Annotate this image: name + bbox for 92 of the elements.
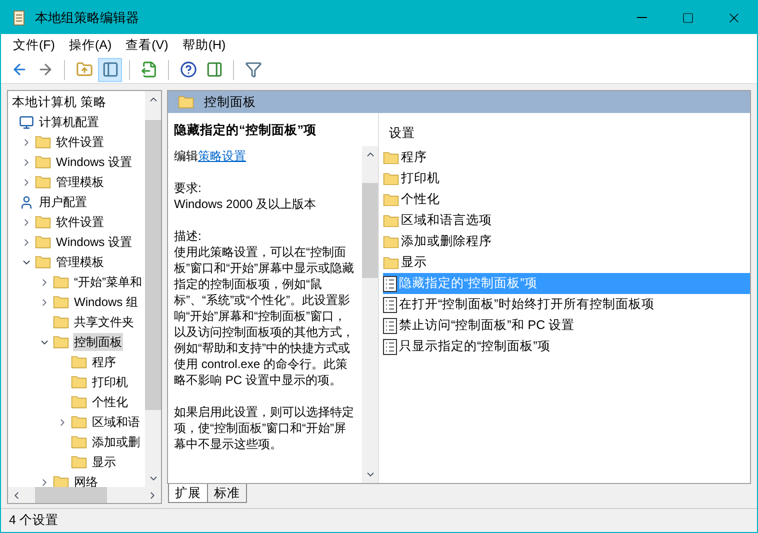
tree-item[interactable]: 区域和语: [91, 413, 141, 431]
folder-icon: [35, 215, 51, 229]
filter-icon: [244, 61, 262, 78]
panel-icon: [206, 61, 222, 78]
requirements-text: Windows 2000 及以上版本: [174, 196, 318, 212]
scrollbar[interactable]: [8, 487, 161, 503]
folder-icon: [71, 355, 87, 369]
scrollbar[interactable]: [145, 91, 161, 487]
folder-icon: [35, 155, 51, 169]
folder-icon: [383, 150, 399, 164]
window-title: 本地组策略编辑器: [35, 8, 140, 27]
folder-icon: [178, 95, 194, 109]
description-label: 描述:: [174, 228, 202, 244]
description-text: 使用此策略设置，可以在“控制面板”窗口和“开始”屏幕中显示或隐藏指定的控制面板项，例如“鼠标”、“系统”或“个性化”。此设置影响“开始”屏幕和“控制面板”窗口，以及访问控制面板项的其他方式，例如“帮助和支持”中的快捷方式或使用 control.exe 的命令行。此策略不影响 PC 设置中显示的项。: [174, 244, 355, 388]
user-icon: [19, 194, 34, 210]
document-icon: [383, 296, 397, 312]
edit-label: 编辑: [174, 148, 198, 163]
tree-item[interactable]: 管理模板: [55, 173, 105, 191]
scrollbar[interactable]: [362, 146, 378, 483]
tree-item[interactable]: Windows 组: [73, 293, 140, 311]
folder-icon: [71, 455, 87, 469]
policy-settings-link[interactable]: 策略设置: [198, 148, 246, 163]
folder-icon: [35, 175, 51, 189]
policy-title: 隐藏指定的“控制面板”项: [173, 122, 318, 139]
minimize-icon: [637, 17, 647, 18]
folder-icon: [35, 135, 51, 149]
header-title: 控制面板: [204, 94, 256, 111]
toolbar-button[interactable]: [98, 58, 122, 82]
folder-icon: [53, 275, 69, 289]
tree-item[interactable]: 程序: [91, 353, 117, 371]
folder-icon: [71, 375, 87, 389]
folder-icon: [71, 395, 87, 409]
folder-icon: [383, 214, 399, 228]
list-row[interactable]: 个性化: [383, 189, 750, 210]
folder-icon: [383, 256, 399, 270]
tree-item[interactable]: 计算机配置: [38, 113, 100, 131]
list-row[interactable]: 区域和语言选项: [383, 210, 750, 231]
folder-icon: [383, 192, 399, 206]
tree-item[interactable]: 打印机: [91, 373, 129, 391]
view-tab[interactable]: 扩展: [168, 484, 208, 503]
tree-item[interactable]: 共享文件夹: [73, 313, 135, 331]
tree-item[interactable]: 用户配置: [38, 193, 88, 211]
folder-icon: [35, 235, 51, 249]
toolbar-separator: [233, 60, 234, 80]
scroll-icon: [11, 10, 27, 26]
tree-item[interactable]: Windows 设置: [55, 153, 134, 171]
export-icon: [140, 61, 158, 78]
menu-item[interactable]: 查看(V): [120, 36, 174, 54]
column-header[interactable]: 设置: [389, 124, 750, 143]
folder-icon: [53, 295, 69, 309]
tree-item[interactable]: 显示: [91, 453, 117, 471]
document-icon: [383, 276, 397, 292]
list-row[interactable]: 显示: [383, 252, 750, 273]
tree-item[interactable]: 控制面板: [73, 333, 123, 351]
help-icon: [180, 61, 196, 78]
requirements-label: 要求:: [174, 180, 202, 196]
view-tab[interactable]: 标准: [207, 484, 247, 503]
list-row[interactable]: 打印机: [383, 168, 750, 189]
folder-icon: [53, 315, 69, 329]
tree-item[interactable]: 本地计算机 策略: [12, 92, 106, 112]
document-icon: [383, 338, 397, 354]
folder-up-icon: [76, 61, 92, 78]
tree-item[interactable]: 个性化: [91, 393, 129, 411]
list-row[interactable]: 只显示指定的“控制面板”项: [383, 336, 750, 357]
folder-icon: [53, 335, 69, 349]
computer-icon: [19, 114, 34, 130]
status-text: 4 个设置: [9, 512, 58, 530]
list-row[interactable]: 在打开“控制面板”时始终打开所有控制面板项: [383, 294, 750, 315]
menu-item[interactable]: 文件(F): [7, 36, 61, 54]
folder-icon: [383, 234, 399, 248]
maximize-icon: [682, 12, 694, 24]
folder-icon: [71, 415, 87, 429]
tree-item[interactable]: 软件设置: [55, 213, 105, 231]
tree-item[interactable]: 添加或删: [91, 433, 141, 451]
menu-item[interactable]: 操作(A): [62, 36, 118, 54]
tree-item[interactable]: Windows 设置: [55, 233, 134, 251]
list-row[interactable]: 添加或删除程序: [383, 231, 750, 252]
document-icon: [383, 318, 397, 334]
tree-item[interactable]: 软件设置: [55, 133, 105, 151]
tree-item[interactable]: “开始”菜单和: [73, 273, 143, 291]
list-row[interactable]: 程序: [383, 147, 750, 168]
folder-icon: [383, 172, 399, 186]
tree-item[interactable]: 管理模板: [55, 253, 105, 271]
description-text: 如果启用此设置，则可以选择特定项，使“控制面板”窗口和“开始”屏幕中不显示这些项。: [174, 404, 355, 452]
folder-icon: [35, 255, 51, 269]
folder-icon: [71, 435, 87, 449]
toolbar-separator: [64, 60, 65, 80]
toolbar-separator: [129, 60, 130, 80]
menu-item[interactable]: 帮助(H): [176, 36, 232, 54]
panel-icon: [102, 61, 118, 78]
toolbar-separator: [168, 60, 169, 80]
list-row[interactable]: 禁止访问“控制面板”和 PC 设置: [383, 315, 750, 336]
